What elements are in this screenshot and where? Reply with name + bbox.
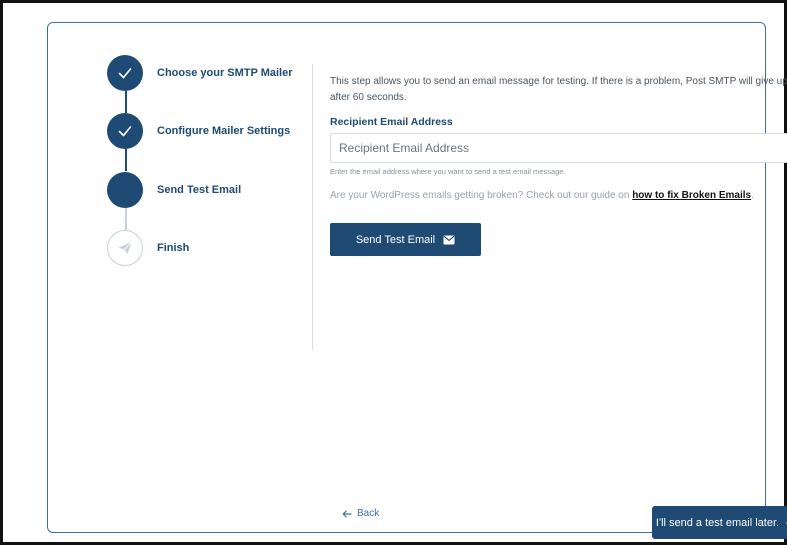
send-test-email-label: Send Test Email bbox=[355, 233, 436, 246]
back-label: Back bbox=[357, 508, 380, 519]
step-circle-complete bbox=[107, 55, 143, 91]
step-label: Configure Mailer Settings bbox=[157, 125, 291, 137]
step-finish[interactable]: Finish bbox=[107, 230, 189, 266]
step-connector bbox=[125, 208, 127, 230]
step-intro-text: This step allows you to send an email me… bbox=[330, 76, 787, 103]
envelope-icon bbox=[443, 235, 455, 244]
step-choose-mailer[interactable]: Choose your SMTP Mailer bbox=[107, 55, 293, 91]
recipient-email-label: Recipient Email Address bbox=[330, 116, 453, 128]
wizard-steps: Choose your SMTP Mailer Configure Mailer… bbox=[48, 23, 293, 333]
guide-suffix: . bbox=[751, 190, 754, 201]
step-connector bbox=[125, 149, 127, 171]
broken-emails-guide-link[interactable]: how to fix Broken Emails bbox=[632, 190, 751, 201]
step-circle-pending bbox=[107, 230, 143, 266]
recipient-email-input[interactable] bbox=[330, 133, 787, 163]
check-icon bbox=[118, 68, 132, 79]
window-frame: Choose your SMTP Mailer Configure Mailer… bbox=[0, 0, 787, 545]
step-label: Send Test Email bbox=[157, 184, 242, 196]
back-link[interactable]: Back bbox=[342, 508, 379, 519]
setup-wizard-panel: Choose your SMTP Mailer Configure Mailer… bbox=[47, 22, 787, 539]
broken-emails-guide: Are your WordPress emails getting broken… bbox=[330, 190, 754, 201]
step-label: Finish bbox=[157, 242, 190, 254]
guide-prefix: Are your WordPress emails getting broken… bbox=[330, 190, 633, 201]
step-connector bbox=[125, 91, 127, 113]
send-later-button[interactable]: I'll send a test email later. bbox=[652, 506, 787, 539]
step-circle-current bbox=[107, 172, 143, 208]
recipient-help-text: Enter the email address where you want t… bbox=[330, 167, 566, 176]
step-configure-mailer[interactable]: Configure Mailer Settings bbox=[107, 113, 290, 149]
send-test-email-button[interactable]: Send Test Email bbox=[330, 223, 481, 256]
paper-plane-icon bbox=[118, 241, 132, 254]
send-later-label: I'll send a test email later. bbox=[655, 516, 780, 529]
step-circle-complete bbox=[107, 113, 143, 149]
step-label: Choose your SMTP Mailer bbox=[157, 67, 293, 79]
step-send-test-email[interactable]: Send Test Email bbox=[107, 172, 241, 208]
arrow-left-icon bbox=[342, 509, 352, 518]
column-divider bbox=[312, 64, 313, 350]
check-icon bbox=[118, 126, 132, 137]
